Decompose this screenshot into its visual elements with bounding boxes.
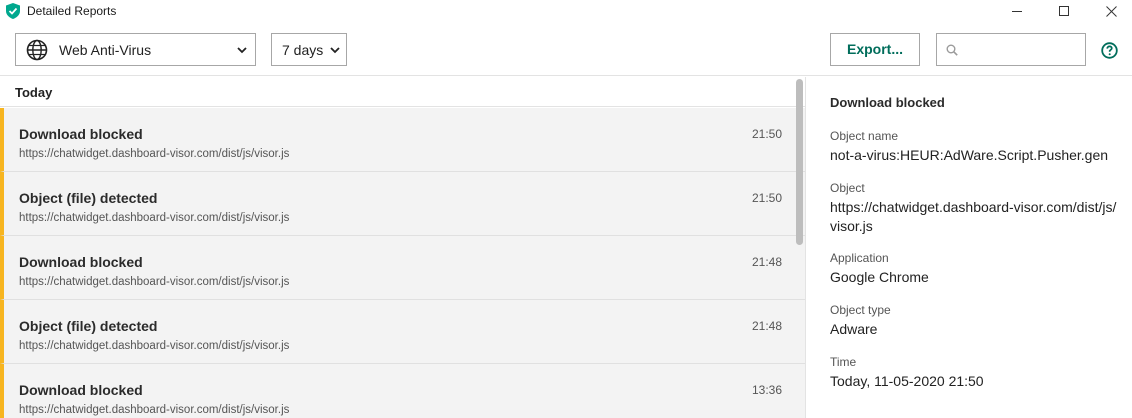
event-url: https://chatwidget.dashboard-visor.com/d…: [19, 276, 290, 288]
maximize-icon: [1059, 6, 1069, 16]
event-title: Download blocked: [19, 126, 143, 142]
event-time: 21:50: [752, 127, 783, 141]
details-title: Download blocked: [830, 95, 945, 110]
event-title: Object (file) detected: [19, 318, 158, 334]
chevron-down-icon: [237, 47, 247, 54]
component-select-value: Web Anti-Virus: [59, 42, 152, 58]
time-label: Time: [830, 355, 857, 369]
details-panel: Download blocked Object name not-a-virus…: [807, 77, 1132, 418]
event-time: 21:48: [752, 255, 783, 269]
event-title: Object (file) detected: [19, 190, 158, 206]
event-url: https://chatwidget.dashboard-visor.com/d…: [19, 148, 290, 160]
event-row[interactable]: Download blocked https://chatwidget.dash…: [0, 236, 805, 300]
search-input[interactable]: [963, 38, 1081, 61]
help-icon[interactable]: [1101, 42, 1118, 59]
event-row[interactable]: Object (file) detected https://chatwidge…: [0, 172, 805, 236]
event-url: https://chatwidget.dashboard-visor.com/d…: [19, 404, 290, 416]
event-row[interactable]: Download blocked https://chatwidget.dash…: [0, 364, 805, 418]
event-time: 13:36: [752, 383, 783, 397]
application-value: Google Chrome: [830, 269, 929, 285]
search-box[interactable]: [936, 33, 1086, 66]
event-url: https://chatwidget.dashboard-visor.com/d…: [19, 212, 290, 224]
window-title: Detailed Reports: [27, 4, 117, 18]
component-select[interactable]: Web Anti-Virus: [15, 33, 256, 66]
event-time: 21:48: [752, 319, 783, 333]
scrollbar-thumb[interactable]: [796, 79, 803, 245]
group-header: Today: [0, 77, 805, 107]
chevron-down-icon: [330, 47, 340, 54]
title-bar: Detailed Reports: [0, 0, 1132, 22]
object-name-value: not-a-virus:HEUR:AdWare.Script.Pusher.ge…: [830, 147, 1109, 163]
close-button[interactable]: [1088, 0, 1132, 22]
time-value: Today, 11-05-2020 21:50: [830, 373, 984, 389]
period-select-value: 7 days: [282, 42, 324, 58]
event-time: 21:50: [752, 191, 783, 205]
globe-icon: [26, 39, 48, 61]
group-label: Today: [15, 85, 53, 100]
shield-check-icon: [6, 3, 20, 19]
object-name-label: Object name: [830, 129, 899, 143]
export-button[interactable]: Export...: [830, 33, 920, 66]
event-list: Today Download blocked https://chatwidge…: [0, 77, 806, 418]
close-icon: [1105, 5, 1117, 17]
event-url: https://chatwidget.dashboard-visor.com/d…: [19, 340, 290, 352]
object-value-line2: visor.js: [830, 218, 873, 234]
minimize-icon: [1012, 11, 1022, 12]
event-title: Download blocked: [19, 254, 143, 270]
period-select[interactable]: 7 days: [271, 33, 347, 66]
maximize-button[interactable]: [1041, 0, 1087, 22]
object-type-value: Adware: [830, 321, 878, 337]
event-row[interactable]: Download blocked https://chatwidget.dash…: [0, 108, 805, 172]
minimize-button[interactable]: [994, 0, 1040, 22]
object-label: Object: [830, 181, 865, 195]
object-type-label: Object type: [830, 303, 891, 317]
object-value-line1: https://chatwidget.dashboard-visor.com/d…: [830, 199, 1117, 215]
event-row[interactable]: Object (file) detected https://chatwidge…: [0, 300, 805, 364]
event-title: Download blocked: [19, 382, 143, 398]
toolbar: Web Anti-Virus 7 days Export...: [0, 22, 1132, 76]
search-icon: [946, 44, 958, 56]
application-label: Application: [830, 251, 889, 265]
